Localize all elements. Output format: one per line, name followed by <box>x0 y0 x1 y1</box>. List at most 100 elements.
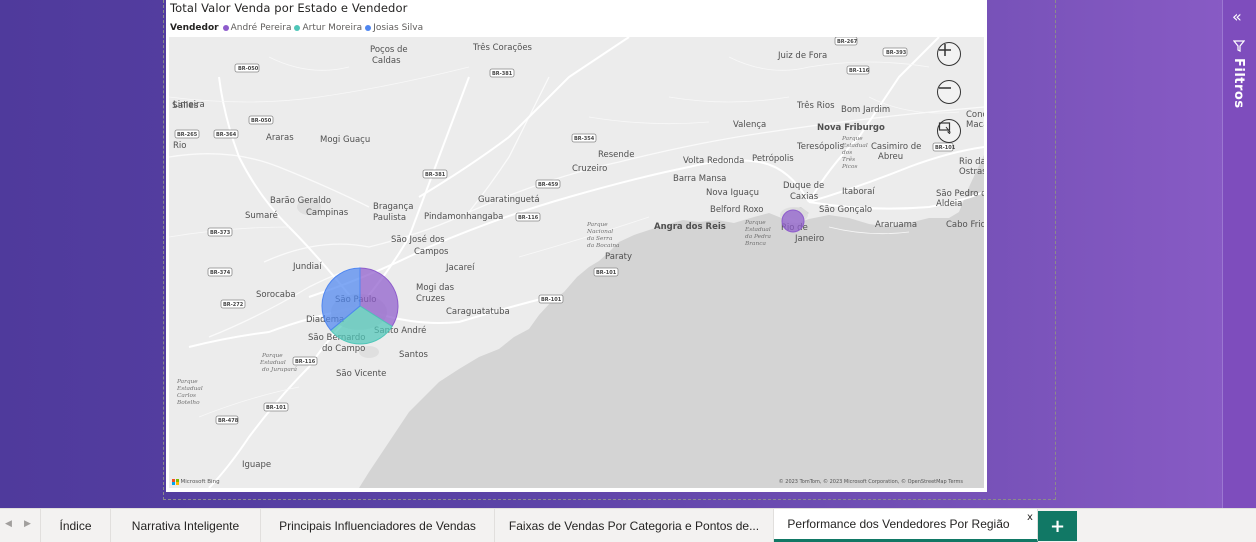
triangle-left-icon[interactable]: ◀ <box>5 519 12 529</box>
svg-text:do Jurupará: do Jurupará <box>262 366 298 373</box>
legend-item-josias[interactable]: Josias Silva <box>365 23 423 33</box>
minus-icon <box>939 87 951 89</box>
ocean <box>359 155 984 488</box>
svg-text:Branca: Branca <box>744 241 766 247</box>
tab-faixas-de-vendas[interactable]: Faixas de Vendas Por Categoria e Pontos … <box>495 509 774 542</box>
svg-text:Carlos: Carlos <box>177 393 196 399</box>
add-page-button[interactable]: + <box>1038 511 1077 541</box>
svg-text:Estadual: Estadual <box>841 143 868 149</box>
svg-text:Belford Roxo: Belford Roxo <box>710 205 764 215</box>
svg-text:BR-116: BR-116 <box>849 68 870 74</box>
svg-text:Jacareí: Jacareí <box>445 263 475 273</box>
svg-text:BR-354: BR-354 <box>574 136 595 142</box>
svg-text:Três Rios: Três Rios <box>796 100 835 111</box>
svg-text:Parque: Parque <box>841 136 863 142</box>
svg-text:da Serra: da Serra <box>587 236 613 242</box>
svg-text:Mogi Guaçu: Mogi Guaçu <box>320 135 370 145</box>
selection-tool-button[interactable] <box>937 119 961 143</box>
svg-text:BR-265: BR-265 <box>177 132 198 138</box>
svg-text:Pindamonhangaba: Pindamonhangaba <box>424 212 503 222</box>
legend-item-artur[interactable]: Artur Moreira <box>294 23 362 33</box>
legend: Vendedor André Pereira Artur Moreira Jos… <box>170 21 426 35</box>
svg-text:Valença: Valença <box>733 120 766 130</box>
svg-text:BR-459: BR-459 <box>538 182 559 188</box>
svg-text:Iguape: Iguape <box>242 460 271 470</box>
svg-text:Botelho: Botelho <box>176 400 200 406</box>
svg-text:São Vicente: São Vicente <box>336 369 386 379</box>
svg-text:São José dos: São José dos <box>391 234 445 245</box>
pie-slice-andr-pereira-1[interactable] <box>781 209 805 233</box>
close-tab-icon[interactable]: x <box>1027 512 1033 523</box>
svg-text:BR-101: BR-101 <box>266 405 287 411</box>
svg-text:Nova Iguaçu: Nova Iguaçu <box>706 188 759 198</box>
svg-text:Rio das: Rio das <box>959 157 984 167</box>
tab-indice[interactable]: Índice <box>40 509 111 542</box>
zoom-in-button[interactable] <box>937 42 961 66</box>
svg-text:Nova Friburgo: Nova Friburgo <box>817 123 885 133</box>
map-attribution[interactable]: © 2023 TomTom, © 2023 Microsoft Corporat… <box>779 479 963 485</box>
svg-text:do Campo: do Campo <box>322 344 365 354</box>
svg-text:Teresópolis: Teresópolis <box>796 141 844 152</box>
svg-text:BR-101: BR-101 <box>935 145 956 151</box>
svg-text:Araruama: Araruama <box>875 220 917 230</box>
microsoft-bing-logo: Microsoft Bing <box>172 478 220 485</box>
svg-text:BR-101: BR-101 <box>541 297 562 303</box>
svg-text:BR-373: BR-373 <box>210 230 231 236</box>
svg-text:Conc: Conc <box>966 110 984 120</box>
filters-label[interactable]: Filtros <box>1231 58 1246 109</box>
svg-text:Guaratinguetá: Guaratinguetá <box>478 195 540 205</box>
legend-item-andre[interactable]: André Pereira <box>222 23 291 33</box>
triangle-right-icon[interactable]: ▶ <box>24 519 31 529</box>
tab-narrativa-inteligente[interactable]: Narrativa Inteligente <box>111 509 261 542</box>
svg-text:Barra Mansa: Barra Mansa <box>673 174 726 184</box>
tab-principais-influenciadores[interactable]: Principais Influenciadores de Vendas <box>261 509 495 542</box>
svg-text:Casimiro de: Casimiro de <box>871 142 921 152</box>
svg-text:Abreu: Abreu <box>878 152 903 162</box>
svg-text:dos: dos <box>842 150 852 156</box>
svg-text:Estadual: Estadual <box>744 227 771 233</box>
plus-icon <box>939 44 951 56</box>
svg-text:BR-374: BR-374 <box>210 270 231 276</box>
svg-text:Cruzes: Cruzes <box>416 294 446 304</box>
svg-text:Aldeia: Aldeia <box>936 199 962 209</box>
svg-text:da Pedra: da Pedra <box>745 234 772 240</box>
svg-text:Paulista: Paulista <box>373 213 406 223</box>
svg-text:BR-267: BR-267 <box>837 39 858 45</box>
svg-text:Juiz de Fora: Juiz de Fora <box>777 51 827 61</box>
svg-text:BR-116: BR-116 <box>518 215 539 221</box>
legend-title: Vendedor <box>170 23 219 33</box>
svg-text:Estadual: Estadual <box>176 386 203 392</box>
svg-text:Salles: Salles <box>172 101 199 111</box>
provider-label: Microsoft Bing <box>180 478 220 485</box>
legend-dot-icon <box>222 25 229 31</box>
double-chevron-left-icon[interactable]: « <box>1232 9 1242 25</box>
svg-text:Três Corações: Três Corações <box>472 42 533 53</box>
svg-text:Resende: Resende <box>598 150 634 160</box>
svg-text:Bragança: Bragança <box>373 202 413 212</box>
map-visual[interactable]: Total Valor Venda por Estado e Vendedor … <box>166 0 987 492</box>
svg-text:Caxias: Caxias <box>790 192 819 202</box>
svg-text:Estadual: Estadual <box>259 360 286 366</box>
svg-text:São Gonçalo: São Gonçalo <box>819 205 872 215</box>
svg-text:Itaboraí: Itaboraí <box>842 187 875 197</box>
visual-title: Total Valor Venda por Estado e Vendedor <box>170 1 408 15</box>
zoom-out-button[interactable] <box>937 80 961 104</box>
svg-text:Araras: Araras <box>266 133 294 143</box>
windows-logo-icon <box>172 478 179 485</box>
svg-text:Petrópolis: Petrópolis <box>752 153 794 164</box>
map-canvas[interactable]: Poços deCaldas Três Corações Juiz de For… <box>169 37 984 488</box>
legend-dot-icon <box>294 25 301 31</box>
map-area[interactable]: Poços de Caldas Três Corações Juiz de For… <box>169 37 984 488</box>
svg-text:BR-101: BR-101 <box>596 270 617 276</box>
page-tab-bar: ◀ ▶ Índice Narrativa Inteligente Princip… <box>0 508 1256 542</box>
svg-text:Três: Três <box>842 156 855 163</box>
svg-text:Sumaré: Sumaré <box>245 210 278 221</box>
svg-text:Picos: Picos <box>841 164 857 170</box>
svg-text:BR-393: BR-393 <box>886 50 907 56</box>
svg-text:Ostras: Ostras <box>959 167 984 177</box>
legend-dot-icon <box>365 25 372 31</box>
tab-performance-vendedores[interactable]: Performance dos Vendedores Por Região <box>774 509 1038 542</box>
filters-pane[interactable]: « Filtros <box>1222 0 1256 508</box>
svg-text:da Bocaina: da Bocaina <box>587 243 620 249</box>
svg-text:Janeiro: Janeiro <box>794 234 824 244</box>
